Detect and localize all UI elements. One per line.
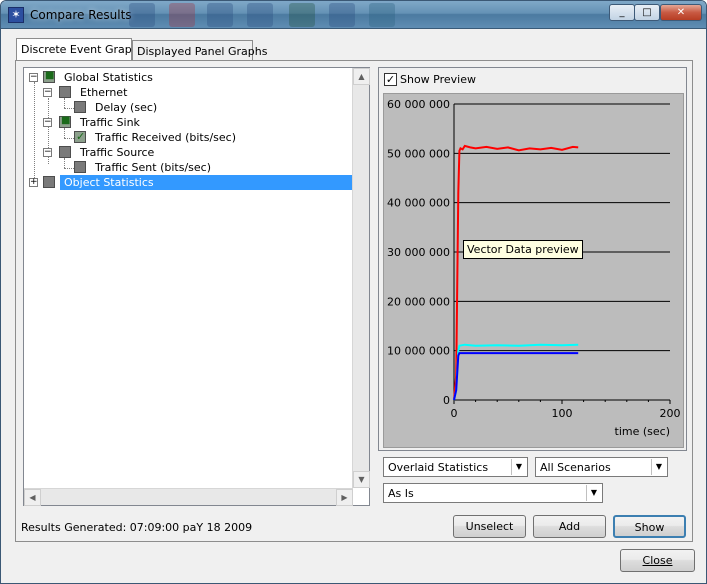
tab-displayed-panel-graphs[interactable]: Displayed Panel Graphs: [132, 40, 267, 61]
preview-chart-svg: 0 10 000 000 20 000 000 30 000 000 40 000 00…: [387, 98, 681, 438]
y-tick-label: 10 000 000: [387, 345, 450, 358]
tree-item-global-statistics[interactable]: − ■ Global Statistics: [24, 70, 354, 85]
chevron-down-icon: ▼: [511, 459, 526, 475]
window-close-button[interactable]: ✕: [660, 4, 702, 21]
show-button[interactable]: Show: [613, 515, 686, 538]
tree-item-label: Delay (sec): [95, 101, 158, 114]
x-tick-label: 100: [552, 407, 573, 420]
node-checkbox[interactable]: [59, 146, 71, 158]
vector-data-tooltip: Vector Data preview: [463, 240, 583, 259]
tab-discrete-event-graphs[interactable]: Discrete Event Graphs: [16, 38, 144, 61]
y-tick-label: 40 000 000: [387, 197, 450, 210]
node-checkbox[interactable]: ✓: [74, 130, 86, 143]
node-checkbox[interactable]: ■: [43, 70, 55, 83]
y-tick-label: 60 000 000: [387, 98, 450, 111]
filter-select[interactable]: As Is ▼: [383, 483, 603, 503]
minimize-button[interactable]: _: [609, 4, 635, 21]
window-title: Compare Results: [30, 8, 132, 22]
tree-item-label: Traffic Received (bits/sec): [95, 131, 237, 144]
scenario-select[interactable]: All Scenarios ▼: [535, 457, 668, 477]
app-icon: ✶: [8, 7, 24, 23]
tab-panel: − ■ Global Statistics − Ethernet Delay (…: [15, 60, 693, 542]
tree-item-label: Traffic Source: [80, 146, 155, 159]
show-preview-label: Show Preview: [400, 73, 476, 86]
scroll-down-icon[interactable]: ▼: [353, 471, 370, 488]
node-checkbox[interactable]: ■: [59, 115, 71, 128]
filter-value: As Is: [388, 487, 414, 500]
tree-horizontal-scrollbar[interactable]: ◀ ▶: [24, 488, 353, 506]
scroll-left-icon[interactable]: ◀: [24, 489, 41, 506]
background-window-icon: [247, 3, 273, 27]
tree-item-delay[interactable]: Delay (sec): [24, 100, 354, 115]
y-tick-label: 30 000 000: [387, 246, 450, 259]
chevron-down-icon: ▼: [586, 485, 601, 501]
scroll-right-icon[interactable]: ▶: [336, 489, 353, 506]
show-preview-checkbox[interactable]: ✓: [384, 73, 397, 86]
tree-item-traffic-source[interactable]: − Traffic Source: [24, 145, 354, 160]
tree-item-ethernet[interactable]: − Ethernet: [24, 85, 354, 100]
checkmark-icon: ■: [45, 70, 55, 81]
checkmark-icon: ■: [61, 115, 71, 126]
series-line-0: [453, 144, 579, 401]
y-tick-label: 20 000 000: [387, 295, 450, 308]
preview-chart: 0 10 000 000 20 000 000 30 000 000 40 000 00…: [383, 93, 684, 448]
tree-line: [64, 138, 74, 139]
collapse-icon[interactable]: −: [29, 73, 38, 82]
tree-item-label: Traffic Sink: [80, 116, 140, 129]
tree-item-object-statistics[interactable]: + Object Statistics: [24, 175, 354, 190]
tree-item-label: Traffic Sent (bits/sec): [95, 161, 211, 174]
y-tick-label: 0: [443, 394, 450, 407]
scroll-up-icon[interactable]: ▲: [353, 68, 370, 85]
tree-item-label: Ethernet: [80, 86, 128, 99]
chevron-down-icon: ▼: [651, 459, 666, 475]
node-checkbox[interactable]: [43, 176, 55, 188]
series-line-2: [453, 352, 579, 401]
tree-line: [64, 108, 74, 109]
node-checkbox[interactable]: [74, 101, 86, 113]
tree-vertical-scrollbar[interactable]: ▲ ▼: [352, 68, 370, 488]
y-tick-label: 50 000 000: [387, 147, 450, 160]
x-axis-label: time (sec): [615, 425, 670, 438]
tree-item-label: Object Statistics: [60, 175, 352, 190]
statistics-tree[interactable]: − ■ Global Statistics − Ethernet Delay (…: [23, 67, 370, 506]
background-window-icon: [169, 3, 195, 27]
checkmark-icon: ✓: [76, 130, 86, 143]
expand-icon[interactable]: +: [29, 178, 38, 187]
node-checkbox[interactable]: [74, 161, 86, 173]
add-button[interactable]: Add: [533, 515, 606, 538]
close-button[interactable]: Close: [620, 549, 695, 572]
background-window-icon: [329, 3, 355, 27]
background-window-icon: [207, 3, 233, 27]
scenario-value: All Scenarios: [540, 461, 611, 474]
results-generated-status: Results Generated: 07:09:00 paY 18 2009: [21, 521, 253, 534]
overlay-mode-value: Overlaid Statistics: [388, 461, 489, 474]
collapse-icon[interactable]: −: [43, 148, 52, 157]
node-checkbox[interactable]: [59, 86, 71, 98]
background-window-icon: [289, 3, 315, 27]
tree-line: [64, 168, 74, 169]
compare-results-window: ✶ Compare Results _ □ ✕ Discrete Event G…: [0, 0, 707, 584]
tree-item-traffic-sent[interactable]: Traffic Sent (bits/sec): [24, 160, 354, 175]
preview-panel: ✓ Show Preview 0 10 000 000 20 000 000 30 0…: [378, 67, 687, 451]
x-tick-label: 200: [660, 407, 681, 420]
maximize-button[interactable]: □: [634, 4, 660, 21]
background-window-icon: [369, 3, 395, 27]
collapse-icon[interactable]: −: [43, 118, 52, 127]
tree-item-traffic-sink[interactable]: − ■ Traffic Sink: [24, 115, 354, 130]
background-window-icon: [129, 3, 155, 27]
tree-item-traffic-received[interactable]: ✓ Traffic Received (bits/sec): [24, 130, 354, 145]
close-button-label: Close: [642, 554, 673, 567]
tree-item-label: Global Statistics: [64, 71, 153, 84]
overlay-mode-select[interactable]: Overlaid Statistics ▼: [383, 457, 528, 477]
collapse-icon[interactable]: −: [43, 88, 52, 97]
unselect-button[interactable]: Unselect: [453, 515, 526, 538]
title-bar[interactable]: ✶ Compare Results _ □ ✕: [1, 1, 706, 29]
x-tick-label: 0: [451, 407, 458, 420]
